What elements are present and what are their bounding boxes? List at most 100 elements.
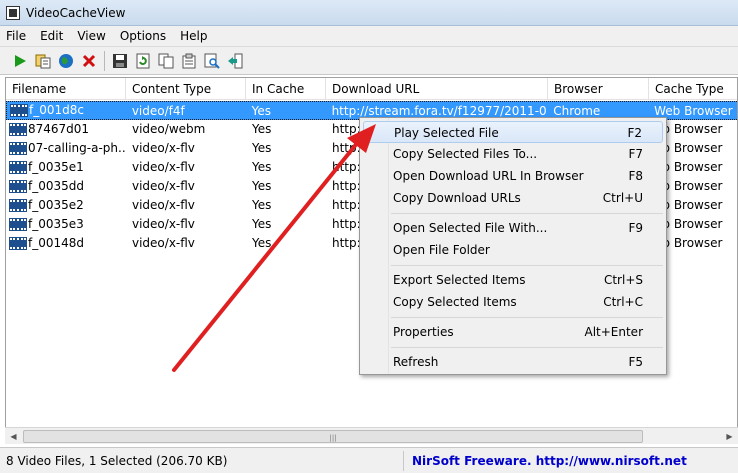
content-type-cell: video/x-flv [132, 179, 195, 193]
save-button[interactable] [110, 51, 130, 71]
filename-cell: 07-calling-a-ph... [28, 141, 126, 155]
delete-button[interactable] [79, 51, 99, 71]
menu-properties[interactable]: Properties Alt+Enter [363, 321, 663, 343]
menu-export-selected-items[interactable]: Export Selected Items Ctrl+S [363, 269, 663, 291]
horizontal-scrollbar[interactable]: ◀ ||| ▶ [5, 427, 738, 444]
video-file-icon [10, 104, 28, 117]
toolbar-separator [104, 50, 105, 71]
copy-files-button[interactable] [33, 51, 53, 71]
filename-cell: f_00148d [28, 236, 85, 250]
content-type-cell: video/x-flv [132, 160, 195, 174]
scrollbar-thumb[interactable]: ||| [23, 430, 643, 443]
properties-button[interactable] [179, 51, 199, 71]
scroll-grip-icon: ||| [329, 434, 337, 442]
title-bar: VideoCacheView [0, 0, 738, 26]
refresh-button[interactable] [133, 51, 153, 71]
menu-file[interactable]: File [0, 29, 33, 43]
menu-view[interactable]: View [70, 29, 112, 43]
in-cache-cell: Yes [252, 160, 272, 174]
menu-item-shortcut: Alt+Enter [584, 325, 643, 339]
in-cache-cell: Yes [252, 236, 272, 250]
menu-item-label: Export Selected Items [393, 273, 526, 287]
menu-item-label: Open Selected File With... [393, 221, 548, 235]
menu-separator [391, 347, 663, 348]
menu-separator [391, 265, 663, 266]
context-menu: Play Selected File F2 Copy Selected File… [359, 117, 667, 375]
menu-separator [391, 317, 663, 318]
content-type-cell: video/x-flv [132, 236, 195, 250]
exit-button[interactable] [225, 51, 245, 71]
menu-item-label: Open File Folder [393, 243, 490, 257]
filename-cell: f_0035e1 [28, 160, 84, 174]
menu-edit[interactable]: Edit [33, 29, 70, 43]
menu-item-shortcut: Ctrl+U [602, 191, 643, 205]
video-file-icon [9, 161, 27, 174]
menu-refresh[interactable]: Refresh F5 [363, 351, 663, 373]
video-file-icon [9, 218, 27, 231]
nirsoft-credit-link[interactable]: NirSoft Freeware. http://www.nirsoft.net [404, 454, 687, 468]
in-cache-cell: Yes [252, 141, 272, 155]
menu-open-url-in-browser[interactable]: Open Download URL In Browser F8 [363, 165, 663, 187]
column-in-cache[interactable]: In Cache [246, 78, 326, 100]
menu-item-shortcut: Ctrl+C [603, 295, 643, 309]
window-title: VideoCacheView [26, 5, 126, 20]
refresh-icon [136, 53, 150, 68]
menu-separator [391, 213, 663, 214]
open-in-browser-button[interactable] [56, 51, 76, 71]
video-file-icon [9, 123, 27, 136]
menu-item-shortcut: Ctrl+S [603, 273, 643, 287]
filename-cell: f_0035dd [28, 179, 84, 193]
menu-options[interactable]: Options [113, 29, 173, 43]
status-summary: 8 Video Files, 1 Selected (206.70 KB) [0, 450, 404, 471]
toolbar [0, 47, 738, 75]
content-type-cell: video/webm [132, 122, 206, 136]
menu-item-label: Copy Selected Items [393, 295, 517, 309]
menu-play-selected-file[interactable]: Play Selected File F2 [363, 121, 663, 143]
delete-icon [82, 54, 96, 67]
in-cache-cell: Yes [252, 122, 272, 136]
menu-item-label: Play Selected File [394, 126, 499, 140]
column-content-type-label: Content Type [132, 82, 212, 96]
copy-icon [158, 53, 174, 68]
content-type-cell: video/x-flv [132, 217, 195, 231]
video-file-icon [9, 199, 27, 212]
sort-arrow-icon: ^ [204, 87, 211, 96]
copy-button[interactable] [156, 51, 176, 71]
content-type-cell: video/f4f [131, 104, 185, 118]
menu-item-shortcut: F5 [628, 355, 643, 369]
find-icon [204, 53, 220, 69]
app-icon [6, 5, 20, 20]
filename-cell: f_0035e3 [28, 217, 84, 231]
filename-cell: f_001d8c [29, 103, 84, 117]
in-cache-cell: Yes [251, 104, 272, 118]
content-type-cell: video/x-flv [132, 141, 195, 155]
find-button[interactable] [202, 51, 222, 71]
column-cache-type[interactable]: Cache Type [649, 78, 737, 100]
in-cache-cell: Yes [252, 179, 272, 193]
menu-item-shortcut: F7 [628, 147, 643, 161]
column-browser[interactable]: Browser [548, 78, 649, 100]
status-bar: 8 Video Files, 1 Selected (206.70 KB) Ni… [0, 447, 738, 473]
menu-item-label: Refresh [393, 355, 439, 369]
scroll-right-arrow-icon[interactable]: ▶ [721, 428, 738, 445]
column-filename[interactable]: Filename [6, 78, 126, 100]
menu-copy-selected-files[interactable]: Copy Selected Files To... F7 [363, 143, 663, 165]
menu-item-label: Copy Selected Files To... [393, 147, 538, 161]
column-content-type[interactable]: Content Type ^ [126, 78, 246, 100]
menu-open-file-with[interactable]: Open Selected File With... F9 [363, 217, 663, 239]
save-icon [113, 53, 127, 68]
filename-cell: f_0035e2 [28, 198, 84, 212]
play-button[interactable] [10, 51, 30, 71]
scroll-left-arrow-icon[interactable]: ◀ [5, 428, 22, 445]
menu-item-shortcut: F2 [627, 126, 642, 140]
column-download-url[interactable]: Download URL [326, 78, 548, 100]
video-file-icon [9, 180, 27, 193]
menu-item-label: Properties [393, 325, 454, 339]
in-cache-cell: Yes [252, 217, 272, 231]
menu-open-file-folder[interactable]: Open File Folder [363, 239, 663, 261]
menu-copy-download-urls[interactable]: Copy Download URLs Ctrl+U [363, 187, 663, 209]
filename-cell: 87467d01 [28, 122, 90, 136]
menu-help[interactable]: Help [173, 29, 214, 43]
menu-copy-selected-items[interactable]: Copy Selected Items Ctrl+C [363, 291, 663, 313]
play-icon [15, 54, 26, 67]
